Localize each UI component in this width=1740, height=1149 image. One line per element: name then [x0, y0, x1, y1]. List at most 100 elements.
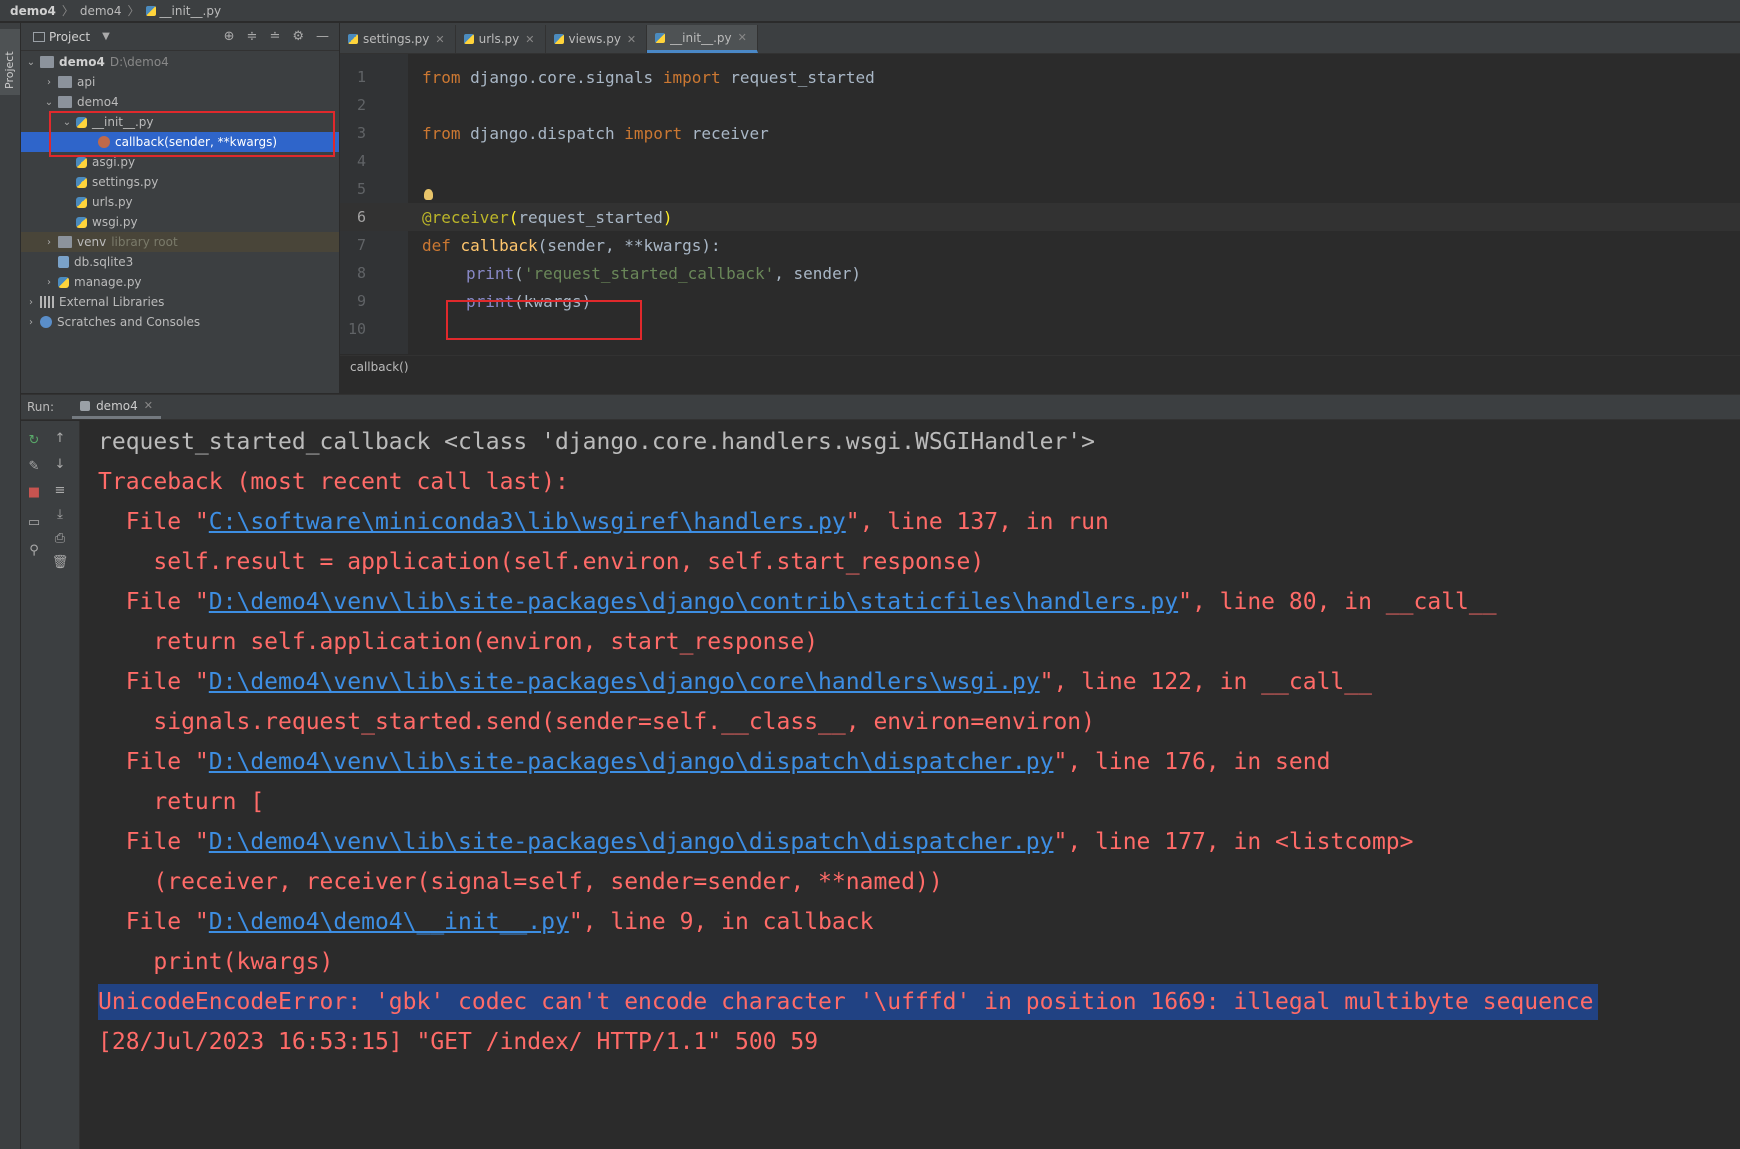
traceback-link[interactable]: D:\demo4\venv\lib\site-packages\django\c…: [209, 669, 1040, 695]
line-number: 1: [356, 68, 366, 86]
traceback-link[interactable]: D:\demo4\venv\lib\site-packages\django\d…: [209, 829, 1054, 855]
project-tool-tab[interactable]: Project: [0, 29, 20, 95]
traceback-link[interactable]: D:\demo4\venv\lib\site-packages\django\d…: [209, 749, 1054, 775]
tree-item-demo4[interactable]: ⌄ demo4: [21, 92, 339, 112]
tab-views-py[interactable]: views.py ✕: [546, 25, 648, 53]
locate-icon[interactable]: ⊕: [224, 29, 235, 44]
code-line-2[interactable]: 2: [340, 91, 1740, 119]
project-title[interactable]: Project: [49, 30, 90, 44]
code-line-4[interactable]: 4: [340, 147, 1740, 175]
pin-icon[interactable]: ⚲: [21, 543, 47, 558]
traceback-link[interactable]: D:\demo4\venv\lib\site-packages\django\c…: [209, 589, 1178, 615]
run-config-icon: [80, 400, 91, 411]
nav-separator: 〉: [61, 4, 74, 18]
run-tab-demo4[interactable]: demo4 ✕: [72, 395, 161, 419]
tree-item-label: urls.py: [92, 195, 133, 209]
code-line-3[interactable]: 3 from django.dispatch import receiver: [340, 119, 1740, 147]
tree-item-hint: D:\demo4: [109, 55, 169, 69]
code-line-6[interactable]: 6 @receiver(request_started): [340, 203, 1740, 231]
soft-wrap-icon[interactable]: ≡: [47, 483, 73, 498]
tree-item-label: db.sqlite3: [74, 255, 134, 269]
project-header: Project ▼ ⊕ ≑ ≐ ⚙ —: [21, 23, 339, 51]
run-toolbar-secondary: ↑ ↓ ≡ ⤓ ⎙ 🗑: [47, 421, 80, 1149]
scroll-to-end-icon[interactable]: ⤓: [47, 507, 73, 522]
chevron-down-icon[interactable]: ⌄: [43, 97, 55, 108]
line-number: 4: [356, 152, 366, 170]
breadcrumb-item[interactable]: callback(): [350, 360, 409, 374]
tree-item-label: manage.py: [74, 275, 142, 289]
console-line: File " D:\demo4\venv\lib\site-packages\dj…: [98, 589, 1497, 615]
python-file-icon: [58, 276, 69, 288]
tree-item-manage-py[interactable]: › manage.py: [21, 272, 339, 292]
nav-folder[interactable]: demo4: [80, 4, 122, 18]
tree-item-settings-py[interactable]: settings.py: [21, 172, 339, 192]
code-token: import: [662, 67, 721, 87]
code-line-5[interactable]: 5: [340, 175, 1740, 203]
close-icon[interactable]: ✕: [144, 399, 153, 412]
arrow-down-icon[interactable]: ↓: [47, 457, 73, 472]
chevron-right-icon[interactable]: ›: [43, 237, 55, 248]
tab-urls-py[interactable]: urls.py ✕: [456, 25, 546, 53]
console-line: Traceback (most recent call last):: [98, 469, 569, 495]
expand-all-icon[interactable]: ≑: [247, 29, 258, 44]
stop-icon[interactable]: ■: [21, 485, 47, 500]
tree-item-api[interactable]: › api: [21, 72, 339, 92]
tree-item-external-libraries[interactable]: › External Libraries: [21, 292, 339, 312]
traceback-link[interactable]: C:\software\miniconda3\lib\wsgiref\handl…: [209, 509, 846, 535]
close-icon[interactable]: ✕: [627, 33, 636, 46]
chevron-right-icon[interactable]: ›: [43, 277, 55, 288]
line-number: 8: [356, 264, 366, 282]
tree-item-venv[interactable]: › venv library root: [21, 232, 339, 252]
code-token: ): [662, 207, 673, 227]
arrow-up-icon[interactable]: ↑: [47, 431, 73, 446]
chevron-right-icon[interactable]: ›: [25, 317, 37, 328]
code-line-7[interactable]: 7 def callback(sender, **kwargs):: [340, 231, 1740, 259]
chevron-right-icon[interactable]: ›: [25, 297, 37, 308]
tree-item-scratches[interactable]: › Scratches and Consoles: [21, 312, 339, 332]
tab-settings-py[interactable]: settings.py ✕: [340, 25, 456, 53]
python-file-icon: [145, 5, 156, 16]
code-line-1[interactable]: 1 from django.core.signals import reques…: [340, 63, 1740, 91]
line-number: 2: [356, 96, 366, 114]
console-line: self.result = application(self.environ, …: [98, 549, 985, 575]
run-console[interactable]: request_started_callback <class 'django.…: [80, 421, 1740, 1149]
tab-init-py[interactable]: __init__.py ✕: [647, 25, 758, 53]
close-icon[interactable]: ✕: [738, 31, 747, 44]
code-line-8[interactable]: 8 print('request_started_callback', send…: [340, 259, 1740, 287]
project-panel: Project ▼ ⊕ ≑ ≐ ⚙ — ⌄ demo4 D:\demo4 › a…: [21, 23, 339, 393]
python-file-icon: [76, 156, 87, 168]
nav-root[interactable]: demo4: [10, 4, 56, 18]
code-token: django.dispatch: [460, 123, 625, 143]
code-token: , sender): [774, 263, 861, 283]
tree-item-wsgi-py[interactable]: wsgi.py: [21, 212, 339, 232]
tree-item-db-sqlite3[interactable]: db.sqlite3: [21, 252, 339, 272]
code-token: 'request_started_callback': [523, 263, 775, 283]
wrench-icon[interactable]: ✎: [21, 459, 47, 474]
trash-icon[interactable]: 🗑: [47, 555, 73, 570]
tree-item-demo4-root[interactable]: ⌄ demo4 D:\demo4: [21, 52, 339, 72]
code-token: from: [422, 123, 461, 143]
tree-item-urls-py[interactable]: urls.py: [21, 192, 339, 212]
tree-item-label: api: [77, 75, 96, 89]
print-icon[interactable]: ⎙: [47, 531, 73, 546]
traceback-link[interactable]: D:\demo4\demo4\__init__.py: [209, 909, 569, 935]
console-line: (receiver, receiver(signal=self, sender=…: [98, 869, 943, 895]
minimize-icon[interactable]: —: [316, 29, 329, 44]
line-number: 6: [356, 208, 366, 226]
layout-icon[interactable]: ▭: [21, 515, 47, 530]
nav-file[interactable]: __init__.py: [160, 4, 222, 18]
chevron-down-icon[interactable]: ⌄: [25, 57, 37, 68]
close-icon[interactable]: ✕: [525, 33, 534, 46]
collapse-all-icon[interactable]: ≐: [269, 29, 280, 44]
python-file-icon: [655, 32, 666, 43]
console-line: File " C:\software\miniconda3\lib\wsgiref…: [98, 509, 1109, 535]
rerun-icon[interactable]: ↻: [21, 433, 47, 448]
tree-item-hint: library root: [111, 235, 178, 249]
lightbulb-icon[interactable]: [424, 189, 433, 200]
close-icon[interactable]: ✕: [435, 33, 444, 46]
console-line: return [: [98, 789, 265, 815]
chevron-right-icon[interactable]: ›: [43, 77, 55, 88]
database-file-icon: [58, 256, 69, 268]
chevron-down-icon[interactable]: ▼: [102, 31, 110, 42]
gear-icon[interactable]: ⚙: [292, 29, 304, 44]
